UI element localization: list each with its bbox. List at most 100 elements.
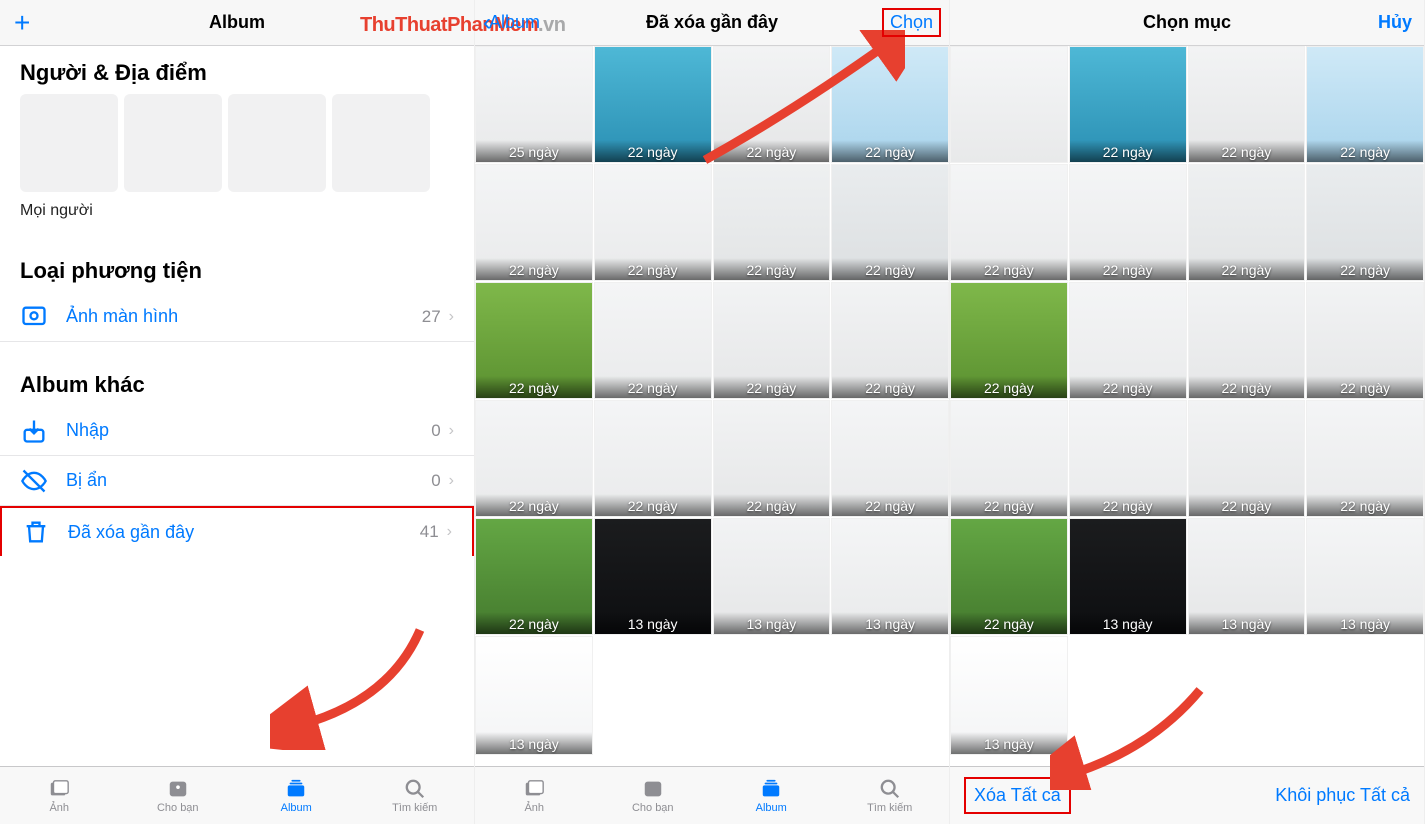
photo-thumbnail[interactable]: 13 ngày [1188,518,1306,635]
tab-bar: Ảnh Cho bạn Album Tìm kiếm [0,766,474,824]
tab-label: Tìm kiếm [392,802,437,814]
row-label: Ảnh màn hình [66,306,422,327]
photo-thumbnail[interactable]: 22 ngày [1306,282,1424,399]
screenshot-icon [20,303,48,331]
tab-label: Cho bạn [632,802,674,814]
select-button[interactable]: Chọn [882,8,941,37]
tab-label: Tìm kiếm [867,802,912,814]
media-row-screenshots[interactable]: Ảnh màn hình 27 › [0,292,474,342]
tab-search[interactable]: Tìm kiếm [831,767,950,824]
photo-thumbnail[interactable]: 25 ngày [475,46,593,163]
days-remaining-badge: 22 ngày [1307,494,1423,516]
tab-foryou[interactable]: Cho bạn [119,767,238,824]
photo-thumbnail[interactable]: 22 ngày [1306,400,1424,517]
days-remaining-badge: 22 ngày [951,376,1067,398]
placeholder-tile[interactable] [20,94,118,192]
days-remaining-badge: 22 ngày [595,140,711,162]
photo-thumbnail[interactable]: 22 ngày [475,518,593,635]
tab-album[interactable]: Album [712,767,831,824]
row-count: 0 [431,421,440,441]
photo-thumbnail[interactable]: 22 ngày [831,164,949,281]
photo-thumbnail[interactable]: 22 ngày [713,282,831,399]
photo-thumbnail[interactable]: 22 ngày [1188,282,1306,399]
photo-thumbnail[interactable]: 22 ngày [475,164,593,281]
photo-thumbnail[interactable]: 13 ngày [831,518,949,635]
days-remaining-badge: 13 ngày [476,732,592,754]
header: ‹ Album Đã xóa gần đây Chọn [475,0,949,46]
chevron-right-icon: › [449,308,454,326]
photo-thumbnail[interactable]: 13 ngày [594,518,712,635]
days-remaining-badge: 22 ngày [714,258,830,280]
row-import[interactable]: Nhập 0 › [0,406,474,456]
photo-thumbnail[interactable]: 22 ngày [475,400,593,517]
days-remaining-badge: 13 ngày [1307,612,1423,634]
photo-thumbnail[interactable]: 13 ngày [713,518,831,635]
days-remaining-badge: 13 ngày [1070,612,1186,634]
tab-search[interactable]: Tìm kiếm [356,767,475,824]
trash-icon [22,518,50,546]
days-remaining-badge: 22 ngày [832,376,948,398]
tab-photos[interactable]: Ảnh [475,767,594,824]
tab-bar: Ảnh Cho bạn Album Tìm kiếm [475,766,949,824]
photo-thumbnail[interactable]: 22 ngày [831,46,949,163]
photo-thumbnail[interactable]: 22 ngày [1069,164,1187,281]
photo-thumbnail[interactable]: 22 ngày [831,282,949,399]
delete-all-button[interactable]: Xóa Tất cả [964,777,1071,814]
photo-thumbnail[interactable]: 22 ngày [1188,164,1306,281]
photo-thumbnail[interactable]: 22 ngày [594,164,712,281]
placeholder-tile[interactable] [332,94,430,192]
photo-thumbnail[interactable]: 22 ngày [1069,282,1187,399]
photo-thumbnail[interactable]: 22 ngày [1306,46,1424,163]
photo-thumbnail[interactable] [950,46,1068,163]
photo-thumbnail[interactable]: 22 ngày [594,400,712,517]
chevron-right-icon: › [449,422,454,440]
footer-actions: Xóa Tất cả Khôi phục Tất cả [950,766,1424,824]
days-remaining-badge: 22 ngày [595,258,711,280]
tab-photos[interactable]: Ảnh [0,767,119,824]
days-remaining-badge: 22 ngày [476,494,592,516]
header: + Album [0,0,474,46]
days-remaining-badge: 22 ngày [595,494,711,516]
photo-grid: 25 ngày22 ngày22 ngày22 ngày22 ngày22 ng… [475,46,949,766]
back-button[interactable]: ‹ Album [483,9,540,37]
back-label: Album [489,12,540,33]
section-other-albums: Album khác [0,342,474,406]
photo-thumbnail[interactable]: 22 ngày [1306,164,1424,281]
placeholder-tile[interactable] [228,94,326,192]
photo-thumbnail[interactable]: 13 ngày [475,636,593,755]
tab-album[interactable]: Album [237,767,356,824]
photo-thumbnail[interactable]: 22 ngày [713,400,831,517]
days-remaining-badge: 22 ngày [1070,376,1186,398]
add-button[interactable]: + [8,7,36,39]
photo-thumbnail[interactable]: 22 ngày [594,46,712,163]
photo-thumbnail[interactable]: 13 ngày [1306,518,1424,635]
people-placeholders [0,94,474,192]
photo-thumbnail[interactable]: 22 ngày [594,282,712,399]
cancel-button[interactable]: Hủy [1374,12,1416,33]
days-remaining-badge: 22 ngày [832,494,948,516]
days-remaining-badge: 22 ngày [595,376,711,398]
days-remaining-badge: 22 ngày [1070,258,1186,280]
photo-thumbnail[interactable]: 22 ngày [475,282,593,399]
row-hidden[interactable]: Bị ẩn 0 › [0,456,474,506]
restore-all-button[interactable]: Khôi phục Tất cả [1275,785,1410,806]
photo-thumbnail[interactable]: 22 ngày [831,400,949,517]
row-recently-deleted[interactable]: Đã xóa gần đây 41 › [0,506,474,556]
photo-thumbnail[interactable]: 22 ngày [713,46,831,163]
photo-thumbnail[interactable]: 22 ngày [950,164,1068,281]
photo-thumbnail[interactable]: 22 ngày [950,518,1068,635]
photo-thumbnail[interactable]: 13 ngày [1069,518,1187,635]
photo-thumbnail[interactable]: 22 ngày [950,400,1068,517]
photo-thumbnail[interactable]: 22 ngày [1069,46,1187,163]
import-icon [20,417,48,445]
tab-foryou[interactable]: Cho bạn [594,767,713,824]
photo-thumbnail[interactable]: 22 ngày [1188,400,1306,517]
photo-thumbnail[interactable]: 22 ngày [1069,400,1187,517]
days-remaining-badge: 22 ngày [476,258,592,280]
photo-thumbnail[interactable]: 22 ngày [950,282,1068,399]
photo-thumbnail[interactable]: 22 ngày [1188,46,1306,163]
photo-thumbnail[interactable]: 22 ngày [713,164,831,281]
photo-thumbnail[interactable]: 13 ngày [950,636,1068,755]
row-count: 41 [420,522,439,542]
placeholder-tile[interactable] [124,94,222,192]
